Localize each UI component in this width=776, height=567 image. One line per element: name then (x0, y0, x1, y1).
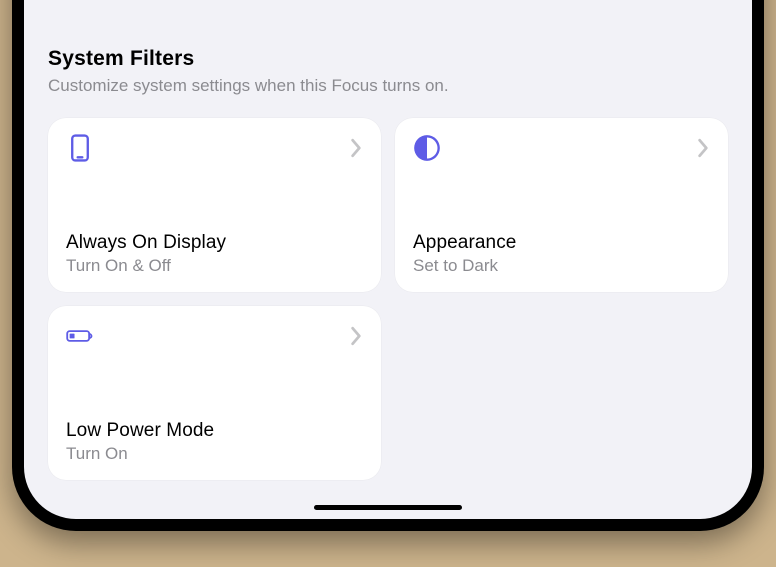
settings-content: System Filters Customize system settings… (24, 0, 752, 519)
phone-icon (66, 134, 94, 162)
section-subtitle: Customize system settings when this Focu… (48, 75, 728, 98)
chevron-right-icon (696, 138, 710, 158)
battery-icon (66, 322, 94, 350)
chevron-right-icon (349, 138, 363, 158)
home-indicator[interactable] (314, 505, 462, 510)
tile-subtitle: Set to Dark (413, 256, 710, 276)
tile-subtitle: Turn On (66, 444, 363, 464)
tile-appearance[interactable]: Appearance Set to Dark (395, 118, 728, 292)
chevron-right-icon (349, 326, 363, 346)
section-title: System Filters (48, 47, 728, 71)
tile-top (66, 134, 363, 162)
phone-frame: System Filters Customize system settings… (12, 0, 764, 531)
filter-tiles-grid: Always On Display Turn On & Off (24, 98, 752, 480)
tile-title: Low Power Mode (66, 420, 363, 442)
tile-bottom: Always On Display Turn On & Off (66, 232, 363, 276)
tile-subtitle: Turn On & Off (66, 256, 363, 276)
tile-low-power-mode[interactable]: Low Power Mode Turn On (48, 306, 381, 480)
system-filters-header: System Filters Customize system settings… (24, 47, 752, 98)
tile-title: Always On Display (66, 232, 363, 254)
half-moon-icon (413, 134, 441, 162)
tile-top (66, 322, 363, 350)
tile-bottom: Appearance Set to Dark (413, 232, 710, 276)
tile-top (413, 134, 710, 162)
phone-screen: System Filters Customize system settings… (24, 0, 752, 519)
tile-bottom: Low Power Mode Turn On (66, 420, 363, 464)
tile-always-on-display[interactable]: Always On Display Turn On & Off (48, 118, 381, 292)
tile-title: Appearance (413, 232, 710, 254)
